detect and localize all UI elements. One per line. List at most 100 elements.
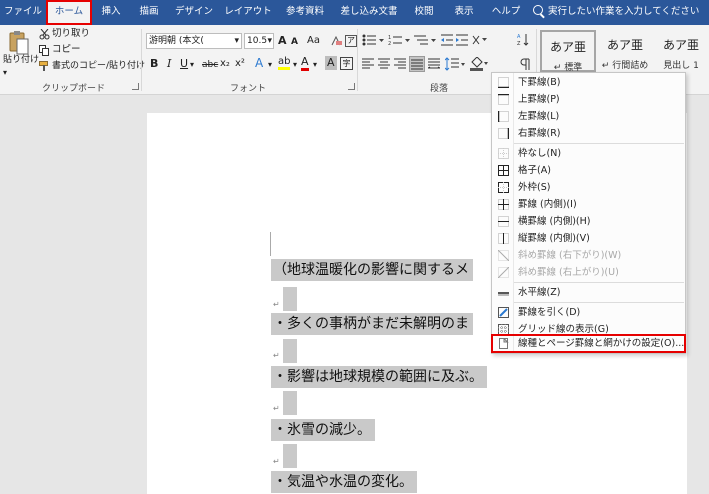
align-center-icon[interactable] [378,58,390,70]
font-size-field[interactable]: 10.5 ▾ [244,33,274,49]
clear-formatting-icon[interactable] [330,35,342,46]
subscript-button[interactable]: x₂ [220,57,230,71]
font-size-value: 10.5 [247,36,268,46]
paragraph-mark: ↵ [273,457,280,466]
tab-mailings[interactable]: 差し込み文書 [334,0,404,25]
menu-item-left-border[interactable]: 左罫線(L) [492,108,685,125]
menu-separator [514,143,684,144]
menu-item-horizontal-line[interactable]: 水平線(Z) [492,284,685,301]
decrease-indent-icon[interactable] [441,34,453,46]
document-line[interactable]: ・気温や水温の変化。 [271,471,417,493]
style-no-spacing[interactable]: あア亜 ↵ 行間詰め [597,30,653,72]
style-normal[interactable]: あア亜 ↵ 標準 [540,30,596,73]
chevron-down-icon: ▾ [267,36,272,46]
menu-item-inside-horizontal-border[interactable]: 横罫線 (内側)(H) [492,213,685,230]
chevron-down-icon[interactable]: ▾ [268,58,272,72]
paragraph-mark: ↵ [273,404,280,413]
selection-block [283,339,297,363]
cut-button[interactable]: 切り取り [52,27,90,41]
tab-design[interactable]: デザイン [168,0,220,25]
format-painter-button[interactable]: 書式のコピー/貼り付け [52,59,145,73]
menu-item-borders-and-shading[interactable]: 線種とページ罫線と網かけの設定(O)... [491,334,686,353]
shading-icon[interactable] [470,56,490,71]
menu-item-outside-borders[interactable]: 外枠(S) [492,179,685,196]
view-gridlines-icon [498,324,509,335]
tab-home[interactable]: ホーム [46,0,92,25]
phonetic-guide-icon[interactable]: ア [345,35,357,47]
text-effects-button[interactable]: A [255,56,263,70]
grow-font-button[interactable]: A [278,34,287,48]
change-case-button[interactable]: Aa [307,34,320,48]
chevron-down-icon[interactable]: ▾ [313,58,317,72]
paste-dropdown-icon[interactable]: ▾ [3,66,7,80]
highlight-button[interactable]: ab [278,56,291,70]
tell-me-text: 実行したい作業を入力してください [548,6,700,17]
tab-file[interactable]: ファイル [0,0,46,25]
group-divider [357,29,358,91]
menu-item-diagonal-down-border: 斜め罫線 (右下がり)(W) [492,247,685,264]
asian-layout-icon[interactable] [472,33,490,47]
font-name-field[interactable]: 游明朝 (本文( ▾ [146,33,242,49]
show-formatting-marks-icon[interactable] [518,58,530,70]
tab-help[interactable]: ヘルプ [484,0,528,25]
underline-button[interactable]: U [180,57,188,71]
increase-indent-icon[interactable] [456,34,468,46]
menu-item-right-border[interactable]: 右罫線(R) [492,125,685,142]
copy-icon [39,45,50,56]
menu-item-all-borders[interactable]: 格子(A) [492,162,685,179]
menu-item-inside-borders[interactable]: 罫線 (内側)(I) [492,196,685,213]
style-heading-1[interactable]: あア亜 見出し 1 [653,30,709,72]
strikethrough-button[interactable]: abc [202,58,218,72]
chevron-down-icon: ▾ [234,36,239,46]
superscript-button[interactable]: x² [235,57,245,71]
menu-item-bottom-border[interactable]: 下罫線(B) [492,74,685,91]
justify-icon[interactable] [409,56,425,72]
italic-button[interactable]: I [167,57,171,71]
tab-review[interactable]: 校閲 [404,0,444,25]
diagonal-down-border-icon [498,250,509,261]
document-line[interactable]: （地球温暖化の影響に関するメ [271,259,473,281]
font-color-button[interactable]: A [301,56,309,71]
tell-me-search[interactable]: 実行したい作業を入力してください [533,0,699,25]
multilevel-list-icon[interactable] [414,34,438,46]
inside-borders-icon [498,199,509,210]
align-right-icon[interactable] [394,58,406,70]
menu-item-draw-table[interactable]: 罫線を引く(D) [492,304,685,321]
paste-button[interactable]: 貼り付け [3,53,39,67]
tab-references[interactable]: 参考資料 [276,0,334,25]
menu-item-inside-vertical-border[interactable]: 縦罫線 (内側)(V) [492,230,685,247]
font-name-value: 游明朝 (本文( [149,36,204,46]
shrink-font-button[interactable]: A [291,35,298,49]
tab-view[interactable]: 表示 [444,0,484,25]
character-shading-button[interactable]: A [325,56,337,70]
style-sample: あア亜 [662,38,699,52]
chevron-down-icon[interactable]: ▾ [293,58,297,72]
inside-vertical-border-icon [498,233,509,244]
borders-dropdown-menu: 下罫線(B) 上罫線(P) 左罫線(L) 右罫線(R) 枠なし(N) 格子(A)… [491,72,686,354]
sort-icon[interactable]: AZ [517,33,529,47]
document-line[interactable]: ・影響は地球規模の範囲に及ぶ。 [271,366,487,388]
bullets-icon[interactable] [362,34,386,46]
align-left-icon[interactable] [362,58,374,70]
document-line[interactable]: ・多くの事柄がまだ未解明のま [271,313,473,335]
chevron-down-icon[interactable]: ▾ [190,58,194,72]
border-bottom-icon [498,77,509,88]
tab-draw[interactable]: 描画 [130,0,168,25]
outside-borders-icon [498,182,509,193]
format-painter-icon [39,61,50,72]
font-launcher-icon[interactable] [348,83,355,90]
menu-item-top-border[interactable]: 上罫線(P) [492,91,685,108]
tab-insert[interactable]: 挿入 [92,0,130,25]
bold-button[interactable]: B [150,57,158,71]
style-name: ↵ 行間詰め [601,61,649,71]
enclosed-character-icon[interactable]: 字 [340,57,353,70]
numbering-icon[interactable]: 12 [388,34,412,47]
group-divider [141,29,142,91]
distributed-icon[interactable] [427,58,441,70]
copy-button[interactable]: コピー [52,43,81,57]
tab-layout[interactable]: レイアウト [220,0,276,25]
clipboard-launcher-icon[interactable] [132,83,139,90]
line-spacing-icon[interactable] [444,57,467,71]
menu-item-no-border[interactable]: 枠なし(N) [492,145,685,162]
document-line[interactable]: ・氷雪の減少。 [271,419,375,441]
